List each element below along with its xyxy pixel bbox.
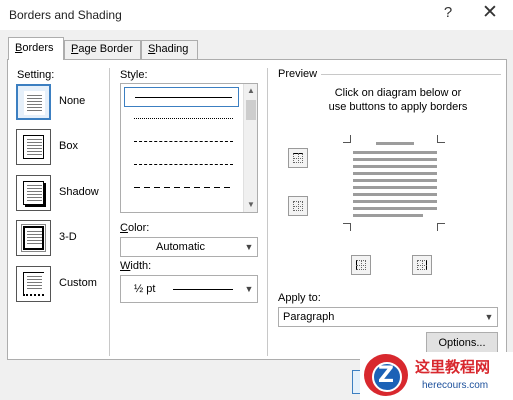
inside-horizontal-border-button[interactable] bbox=[288, 196, 308, 216]
apply-to-value: Paragraph bbox=[283, 311, 335, 323]
setting-box-icon[interactable] bbox=[16, 129, 51, 165]
setting-custom-icon[interactable] bbox=[16, 266, 51, 302]
help-button[interactable]: ? bbox=[436, 2, 460, 26]
apply-to-dropdown[interactable]: Paragraph ▼ bbox=[278, 307, 498, 327]
top-border-button[interactable] bbox=[288, 148, 308, 168]
chevron-down-icon[interactable]: ▼ bbox=[240, 276, 257, 302]
scroll-down-icon[interactable]: ▼ bbox=[244, 198, 257, 212]
left-border-icon bbox=[356, 260, 366, 270]
preview-diagram[interactable] bbox=[343, 135, 445, 231]
color-dropdown[interactable]: Automatic ▼ bbox=[120, 237, 258, 257]
setting-shadow[interactable]: Shadow bbox=[16, 175, 116, 211]
dialog-title: Borders and Shading bbox=[9, 8, 122, 22]
options-button[interactable]: Options... bbox=[426, 332, 498, 354]
chevron-down-icon[interactable]: ▼ bbox=[240, 238, 257, 256]
chevron-down-icon[interactable]: ▼ bbox=[480, 308, 497, 326]
tab-shading[interactable]: Shading bbox=[141, 40, 198, 59]
width-label: Width: bbox=[120, 260, 152, 272]
width-sample-line bbox=[173, 289, 233, 290]
line-style-dotted[interactable] bbox=[124, 109, 239, 129]
right-border-button[interactable] bbox=[412, 255, 432, 275]
watermark-url: herecours.com bbox=[422, 380, 489, 391]
style-list-scrollbar[interactable]: ▲ ▼ bbox=[243, 84, 257, 212]
setting-3d-label: 3-D bbox=[59, 231, 77, 243]
watermark: Z 这里教程网 herecours.com bbox=[360, 352, 513, 400]
setting-shadow-label: Shadow bbox=[59, 186, 99, 198]
line-style-small-dash[interactable] bbox=[124, 132, 239, 152]
setting-custom[interactable]: Custom bbox=[16, 266, 116, 302]
divider bbox=[109, 68, 110, 356]
close-button[interactable]: ✕ bbox=[476, 1, 504, 27]
setting-none[interactable]: None bbox=[16, 84, 116, 120]
style-label: Style: bbox=[120, 69, 148, 81]
width-value: ½ pt bbox=[134, 283, 156, 295]
setting-label: Setting: bbox=[17, 69, 55, 81]
preview-hint: Click on diagram below or use buttons to… bbox=[328, 87, 468, 113]
title-bar: Borders and Shading ? ✕ bbox=[0, 0, 513, 30]
setting-shadow-icon[interactable] bbox=[16, 175, 51, 211]
scroll-up-icon[interactable]: ▲ bbox=[244, 84, 257, 98]
line-style-solid[interactable] bbox=[124, 87, 239, 107]
width-dropdown[interactable]: ½ pt ▼ bbox=[120, 275, 258, 303]
setting-none-icon[interactable] bbox=[16, 84, 51, 120]
line-style-list[interactable]: ▲ ▼ bbox=[120, 83, 258, 213]
inside-horizontal-border-icon bbox=[293, 201, 303, 211]
apply-to-label: Apply to: bbox=[278, 292, 321, 304]
borders-panel: Setting: None Box Shadow 3-D Custom Styl… bbox=[7, 59, 507, 360]
line-style-dash[interactable] bbox=[124, 155, 239, 175]
setting-3d[interactable]: 3-D bbox=[16, 220, 116, 256]
setting-box-label: Box bbox=[59, 140, 78, 152]
setting-custom-label: Custom bbox=[59, 277, 97, 289]
left-border-button[interactable] bbox=[351, 255, 371, 275]
setting-3d-icon[interactable] bbox=[16, 220, 51, 256]
color-label: Color: bbox=[120, 222, 150, 234]
line-style-long-dash[interactable] bbox=[124, 178, 239, 198]
setting-none-label: None bbox=[59, 95, 86, 107]
divider bbox=[321, 74, 501, 75]
scrollbar-thumb[interactable] bbox=[246, 100, 256, 120]
tab-page-border[interactable]: Page Border bbox=[64, 40, 141, 59]
divider bbox=[267, 68, 268, 356]
watermark-logo-icon: Z bbox=[364, 354, 408, 396]
preview-label: Preview bbox=[278, 68, 318, 80]
tab-borders[interactable]: Borders bbox=[8, 37, 64, 60]
color-value: Automatic bbox=[156, 241, 205, 253]
watermark-title: 这里教程网 bbox=[415, 358, 491, 376]
top-border-icon bbox=[293, 153, 303, 163]
setting-box[interactable]: Box bbox=[16, 129, 116, 165]
right-border-icon bbox=[417, 260, 427, 270]
